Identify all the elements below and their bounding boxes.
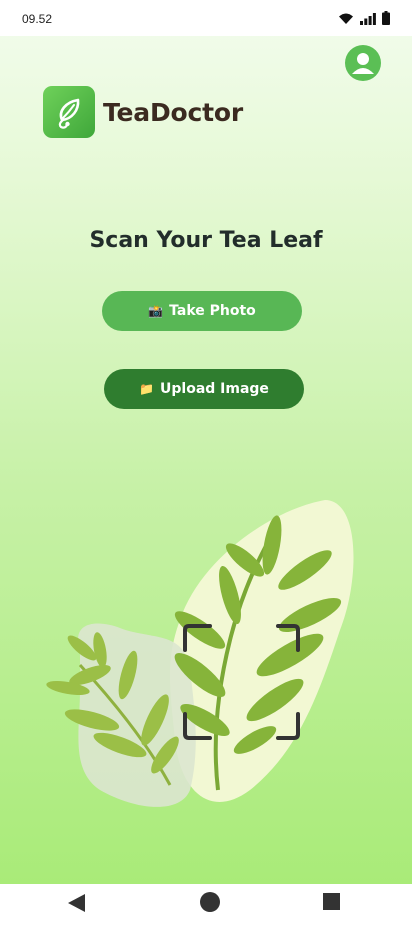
recent-apps-icon[interactable] [323, 893, 340, 910]
profile-button[interactable] [345, 45, 381, 81]
home-icon[interactable] [200, 892, 220, 912]
take-photo-button[interactable]: 📸 Take Photo [102, 291, 302, 331]
back-icon[interactable] [68, 894, 85, 912]
page-title: Scan Your Tea Leaf [89, 228, 323, 253]
app-name: TeaDoctor [103, 97, 243, 127]
light-blob [170, 500, 354, 802]
app-screen: 09.52 TeaDoctor Scan Your Tea Leaf 📸 Tak… [0, 0, 412, 884]
folder-icon: 📁 [139, 382, 155, 396]
profile-icon [352, 53, 374, 74]
upload-image-label: Upload Image [160, 381, 269, 397]
status-icons [338, 10, 390, 29]
tea-leaf-illustration [46, 500, 354, 807]
status-bar: 09.52 [0, 0, 412, 36]
app-logo: TeaDoctor [43, 86, 243, 138]
leaf-stethoscope-icon [43, 86, 95, 138]
upload-image-button[interactable]: 📁 Upload Image [104, 369, 304, 409]
status-time: 09.52 [22, 12, 53, 26]
take-photo-label: Take Photo [169, 303, 256, 319]
battery-icon [382, 10, 390, 29]
system-navigation-bar [0, 884, 412, 926]
wifi-icon [338, 10, 354, 29]
signal-icon [360, 10, 376, 29]
camera-icon: 📸 [148, 304, 164, 318]
